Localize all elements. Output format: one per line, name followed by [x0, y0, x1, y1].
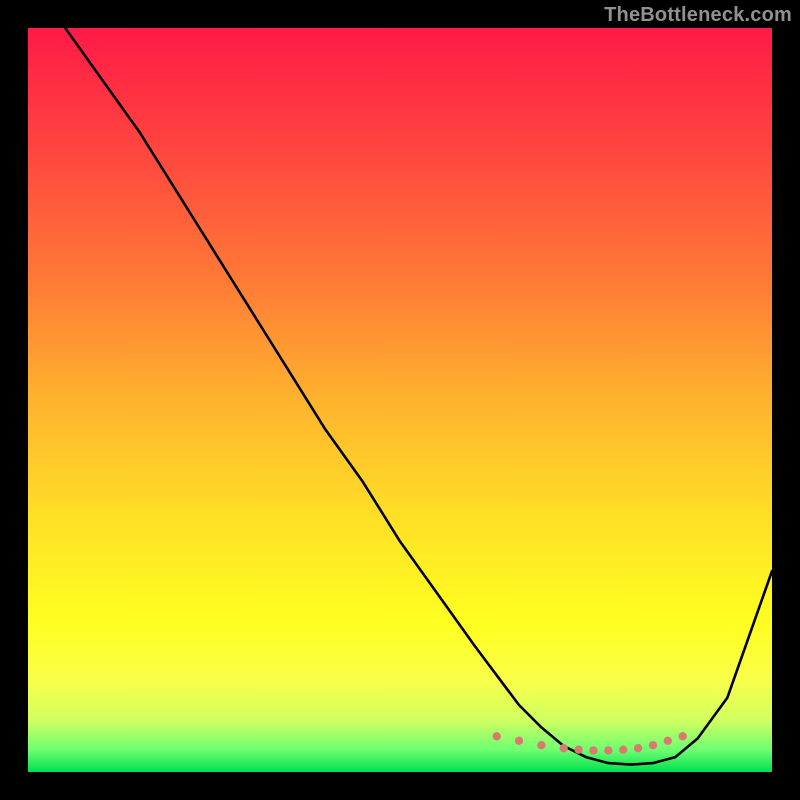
- flat-band-dot: [619, 746, 627, 754]
- flat-band-dot: [515, 737, 523, 745]
- watermark-text: TheBottleneck.com: [604, 4, 792, 27]
- plot-area: [28, 28, 772, 772]
- flat-band-dot: [493, 732, 501, 740]
- chart-frame: TheBottleneck.com: [0, 0, 800, 800]
- flat-band-dot: [574, 746, 582, 754]
- flat-band-dot: [664, 737, 672, 745]
- flat-band-dot: [604, 746, 612, 754]
- bottleneck-curve: [65, 28, 772, 765]
- curve-svg: [28, 28, 772, 772]
- flat-band-dot: [634, 744, 642, 752]
- flat-band-dot: [589, 746, 597, 754]
- flat-band-dot: [679, 732, 687, 740]
- flat-band-dot: [649, 741, 657, 749]
- flat-band-dots: [493, 732, 687, 755]
- flat-band-dot: [560, 744, 568, 752]
- flat-band-dot: [537, 741, 545, 749]
